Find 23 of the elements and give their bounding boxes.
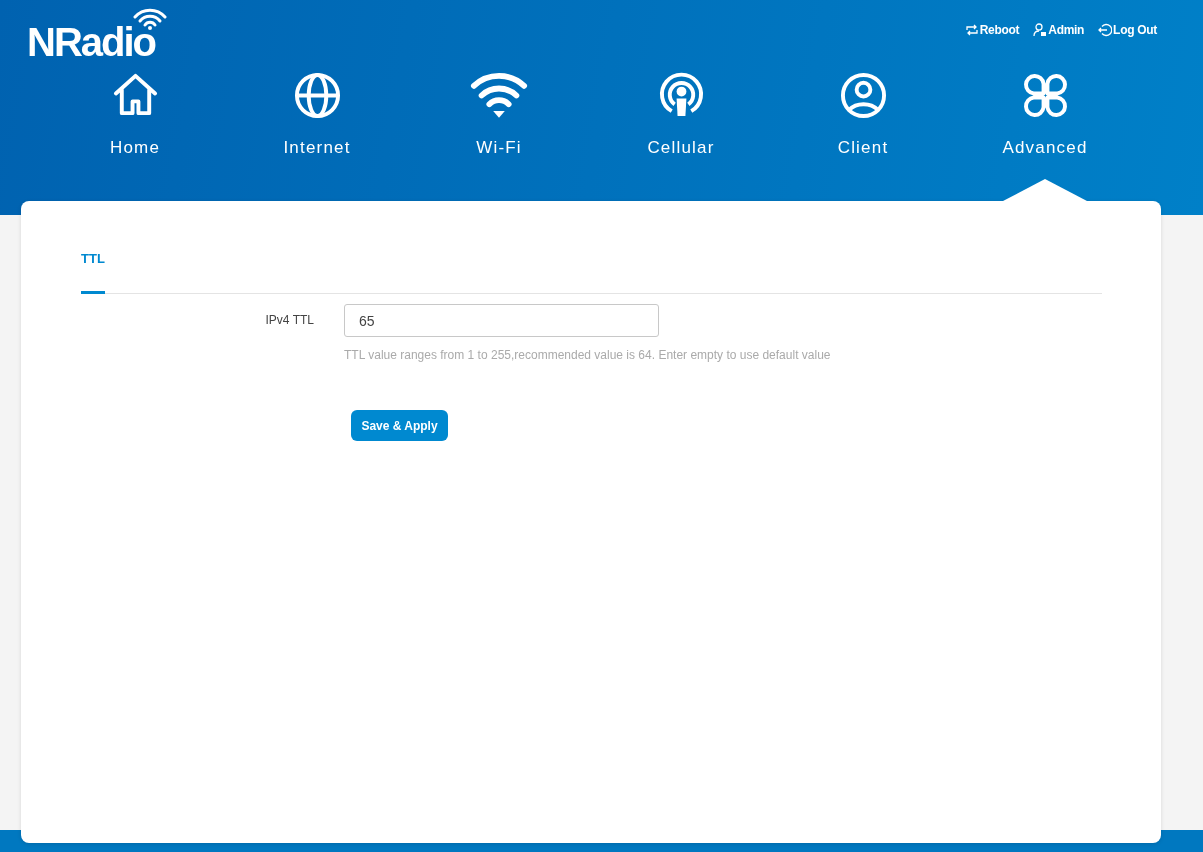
nav-tab[interactable]: Cellular — [590, 62, 772, 201]
nav-tab[interactable]: Home — [44, 62, 226, 201]
tab[interactable]: TTL — [81, 251, 105, 294]
header-link[interactable]: Reboot — [964, 22, 1020, 38]
field-label: IPv4 TTL — [264, 312, 314, 329]
ttl-input-field[interactable]: 65 — [344, 304, 659, 337]
save-apply-button[interactable]: Save & Apply — [351, 410, 448, 441]
wifi-icon — [470, 72, 528, 119]
hint-text: TTL value ranges from 1 to 255,recommended value is 64. Enter empty to use default value — [344, 348, 831, 362]
refresh-icon — [964, 24, 979, 36]
logo-text: NRadio — [27, 20, 155, 64]
nav-tab[interactable]: Wi-Fi — [408, 62, 590, 201]
header-link[interactable]: Admin — [1033, 22, 1085, 38]
broadcast-icon — [657, 72, 705, 119]
clover-icon — [1021, 72, 1069, 119]
nav-tab[interactable]: Advanced — [954, 62, 1136, 201]
user-lock-icon — [1033, 23, 1048, 37]
nav-tab[interactable]: Internet — [226, 62, 408, 201]
nav-tab[interactable]: Client — [772, 62, 954, 201]
globe-icon — [293, 72, 341, 119]
logout-icon — [1098, 23, 1113, 37]
user-icon — [839, 72, 887, 119]
header-link[interactable]: Log Out — [1098, 22, 1157, 38]
